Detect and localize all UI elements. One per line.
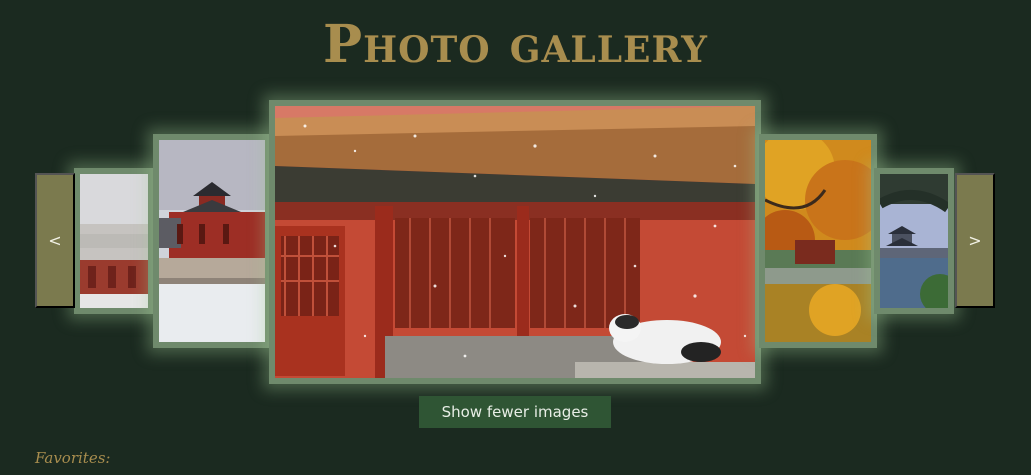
favorites-label: Favorites: xyxy=(35,449,111,467)
prev-button[interactable]: < xyxy=(35,173,75,308)
snowy-pagoda-photo xyxy=(159,140,265,342)
show-fewer-images-button[interactable]: Show fewer images xyxy=(419,396,611,428)
gallery-image-5[interactable] xyxy=(874,168,954,314)
gallery-image-2[interactable] xyxy=(153,134,271,348)
gallery-image-4[interactable] xyxy=(759,134,877,348)
lake-pavilion-photo xyxy=(880,174,948,308)
gallery-image-1[interactable] xyxy=(74,168,154,314)
cat-snow-pavilion-photo xyxy=(275,106,755,378)
palace-red-wall-photo xyxy=(80,174,148,308)
next-button[interactable]: > xyxy=(955,173,995,308)
autumn-tree-photo xyxy=(765,140,871,342)
gallery-image-3-active[interactable] xyxy=(269,100,761,384)
image-carousel: < > xyxy=(0,0,1031,400)
